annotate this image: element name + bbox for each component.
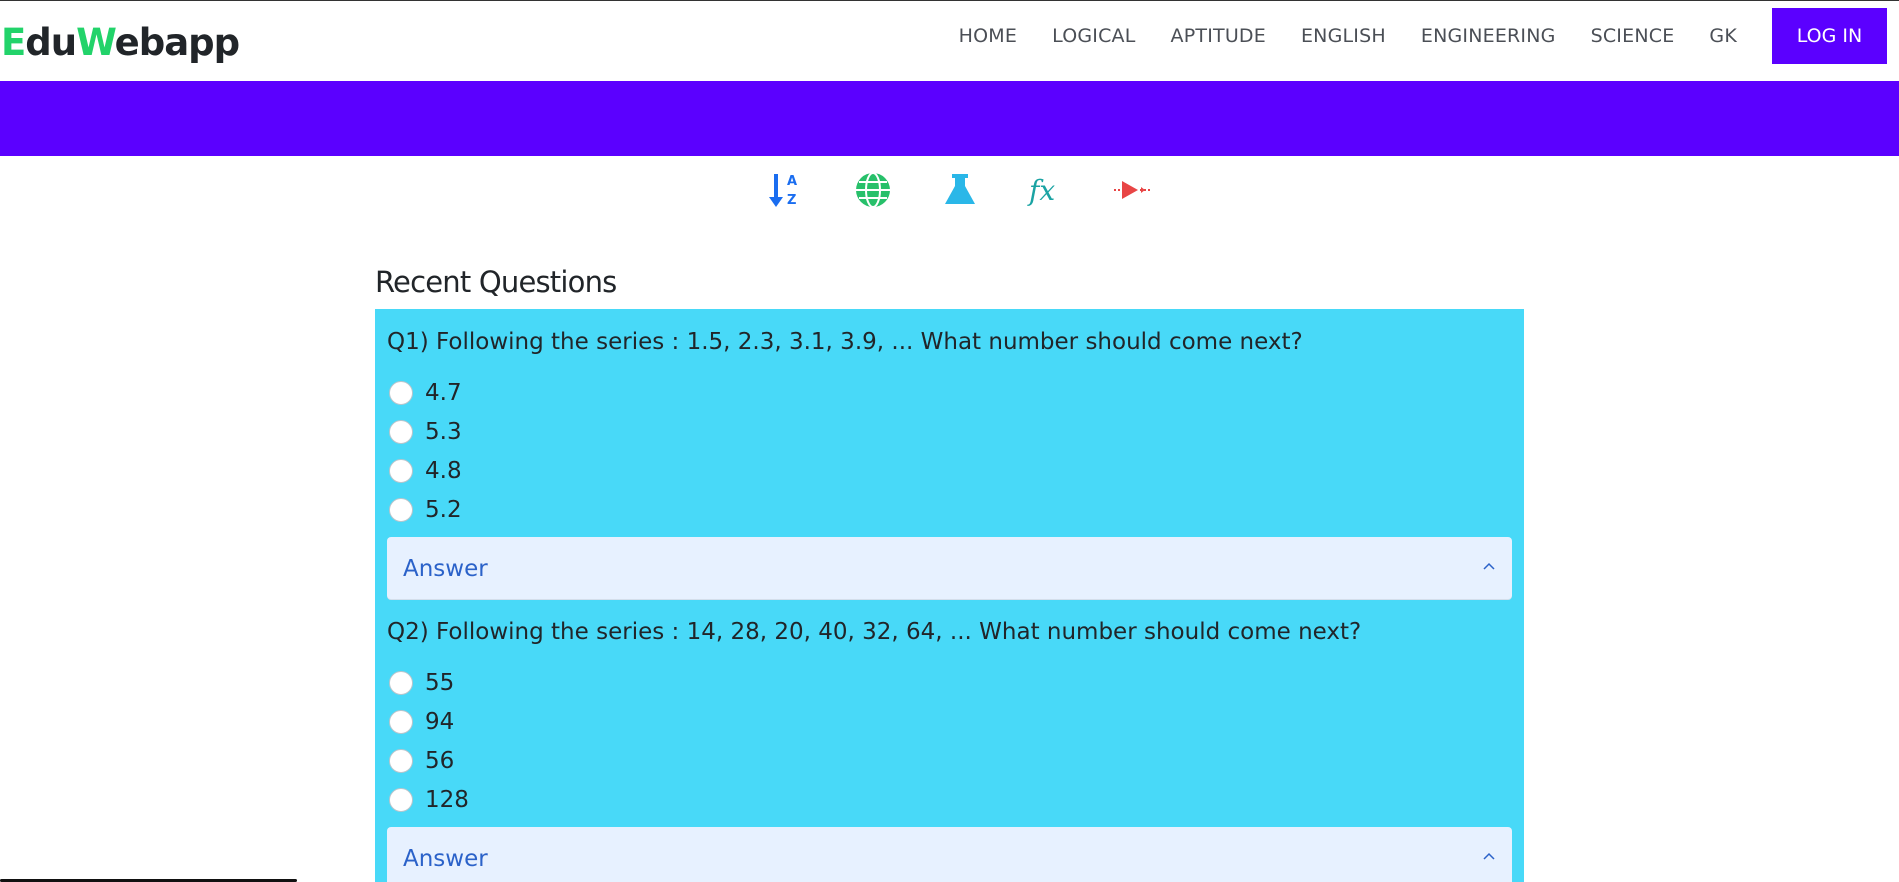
option-label: 4.8	[425, 457, 462, 484]
brand-text-ebapp: ebapp	[114, 21, 241, 64]
diode-icon[interactable]	[1114, 170, 1154, 210]
option-radio[interactable]	[389, 380, 413, 405]
main-nav: HOME LOGICAL APTITUDE ENGLISH ENGINEERIN…	[959, 1, 1899, 71]
option-radio[interactable]	[389, 787, 413, 812]
brand-letter-w: W	[76, 21, 115, 64]
option-item[interactable]: 128	[387, 780, 1512, 819]
option-item[interactable]: 94	[387, 702, 1512, 741]
option-label: 55	[425, 669, 455, 696]
option-radio[interactable]	[389, 419, 413, 444]
option-item[interactable]: 56	[387, 741, 1512, 780]
answer-accordion[interactable]: Answer	[387, 537, 1512, 600]
chevron-up-icon	[1482, 559, 1496, 578]
option-radio[interactable]	[389, 497, 413, 522]
option-radio[interactable]	[389, 748, 413, 773]
questions-panel: Q1) Following the series : 1.5, 2.3, 3.1…	[375, 309, 1524, 882]
option-list: 4.7 5.3 4.8 5.2	[387, 373, 1512, 529]
question-text: Q1) Following the series : 1.5, 2.3, 3.1…	[387, 329, 1303, 355]
svg-text:Z: Z	[787, 193, 796, 208]
nav-science[interactable]: SCIENCE	[1591, 25, 1675, 47]
nav-engineering[interactable]: ENGINEERING	[1421, 25, 1556, 47]
option-radio[interactable]	[389, 458, 413, 483]
option-item[interactable]: 55	[387, 663, 1512, 702]
answer-accordion[interactable]: Answer	[387, 827, 1512, 882]
option-label: 4.7	[425, 379, 462, 406]
option-label: 5.2	[425, 496, 462, 523]
flask-icon[interactable]	[940, 170, 980, 210]
option-radio[interactable]	[389, 670, 413, 695]
option-item[interactable]: 4.7	[387, 373, 1512, 412]
svg-text:A: A	[787, 174, 797, 189]
option-radio[interactable]	[389, 709, 413, 734]
section-title: Recent Questions	[375, 265, 617, 299]
option-list: 55 94 56 128	[387, 663, 1512, 819]
question-text: Q2) Following the series : 14, 28, 20, 4…	[387, 619, 1362, 645]
banner	[0, 81, 1899, 156]
globe-icon[interactable]	[853, 170, 893, 210]
brand-letter-e: E	[1, 21, 26, 64]
nav-logical[interactable]: LOGICAL	[1052, 25, 1135, 47]
category-icons: A Z fx	[766, 170, 1201, 210]
answer-label: Answer	[403, 845, 488, 872]
nav-english[interactable]: ENGLISH	[1301, 25, 1386, 47]
function-icon[interactable]: fx	[1027, 170, 1067, 210]
answer-label: Answer	[403, 555, 488, 582]
chevron-up-icon	[1482, 849, 1496, 868]
brand-text-du: du	[25, 21, 77, 64]
option-label: 128	[425, 786, 469, 813]
nav-gk[interactable]: GK	[1709, 25, 1737, 47]
option-item[interactable]: 4.8	[387, 451, 1512, 490]
option-item[interactable]: 5.2	[387, 490, 1512, 529]
option-label: 56	[425, 747, 455, 774]
nav-home[interactable]: HOME	[959, 25, 1017, 47]
option-label: 94	[425, 708, 455, 735]
svg-text:fx: fx	[1027, 174, 1055, 207]
option-item[interactable]: 5.3	[387, 412, 1512, 451]
sort-alpha-icon[interactable]: A Z	[766, 170, 806, 210]
brand-logo[interactable]: EduWebapp	[1, 21, 241, 64]
option-label: 5.3	[425, 418, 462, 445]
nav-aptitude[interactable]: APTITUDE	[1171, 25, 1266, 47]
login-button[interactable]: LOG IN	[1772, 8, 1887, 64]
navbar: EduWebapp HOME LOGICAL APTITUDE ENGLISH …	[0, 1, 1899, 81]
